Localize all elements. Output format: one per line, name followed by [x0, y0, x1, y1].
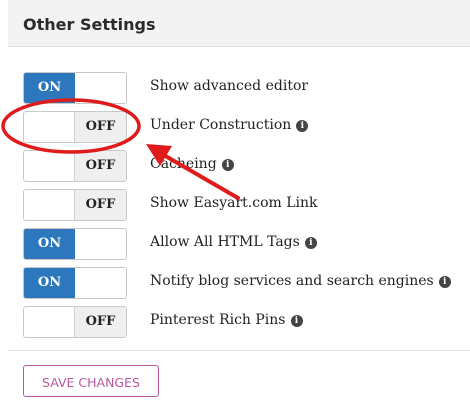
toggle-switch[interactable]: OFF [23, 111, 127, 143]
setting-label: Show advanced editor [150, 78, 308, 94]
setting-label: Notify blog services and search engines i [150, 273, 451, 289]
setting-row: ON Show advanced editor [8, 72, 470, 104]
toggle-state: OFF [74, 151, 126, 181]
setting-label-text: Notify blog services and search engines [150, 273, 434, 289]
info-icon[interactable]: i [438, 276, 451, 288]
toggle-switch[interactable]: OFF [23, 189, 127, 221]
setting-row: OFF Under Construction i [8, 111, 470, 143]
setting-label: Under Construction i [150, 117, 309, 133]
panel-header: Other Settings [8, 0, 470, 47]
setting-label: Pinterest Rich Pins i [150, 312, 303, 328]
toggle-switch[interactable]: ON [23, 267, 127, 299]
save-changes-button[interactable]: SAVE CHANGES [23, 365, 159, 397]
setting-label-text: Under Construction [150, 117, 292, 133]
setting-label: Show Easyart.com Link [150, 195, 318, 211]
setting-label-text: Show Easyart.com Link [150, 195, 318, 211]
toggle-switch[interactable]: OFF [23, 150, 127, 182]
setting-label-text: Show advanced editor [150, 78, 309, 94]
setting-label-text: Pinterest Rich Pins [150, 312, 286, 328]
setting-row: ON Allow All HTML Tags i [8, 228, 470, 260]
toggle-state: ON [24, 268, 75, 298]
setting-label: Cacheing i [150, 156, 234, 172]
divider [8, 350, 470, 351]
toggle-state: ON [24, 229, 75, 259]
setting-label: Allow All HTML Tags i [150, 234, 317, 250]
toggle-switch[interactable]: ON [23, 72, 127, 104]
toggle-state: ON [24, 73, 75, 103]
setting-row: OFF Pinterest Rich Pins i [8, 306, 470, 338]
panel-title: Other Settings [23, 15, 156, 34]
info-icon[interactable]: i [290, 315, 303, 327]
setting-row: OFF Show Easyart.com Link [8, 189, 470, 221]
setting-label-text: Allow All HTML Tags [150, 234, 300, 250]
setting-label-text: Cacheing [150, 156, 217, 172]
info-icon[interactable]: i [221, 159, 234, 171]
setting-row: OFF Cacheing i [8, 150, 470, 182]
info-icon[interactable]: i [296, 120, 309, 132]
toggle-state: OFF [74, 190, 126, 220]
other-settings-panel: Other Settings ON Show advanced editor OFF… [8, 0, 470, 418]
info-icon[interactable]: i [304, 237, 317, 249]
setting-row: ON Notify blog services and search engine… [8, 267, 470, 299]
toggle-switch[interactable]: OFF [23, 306, 127, 338]
toggle-switch[interactable]: ON [23, 228, 127, 260]
toggle-state: OFF [74, 307, 126, 337]
toggle-state: OFF [74, 112, 126, 142]
